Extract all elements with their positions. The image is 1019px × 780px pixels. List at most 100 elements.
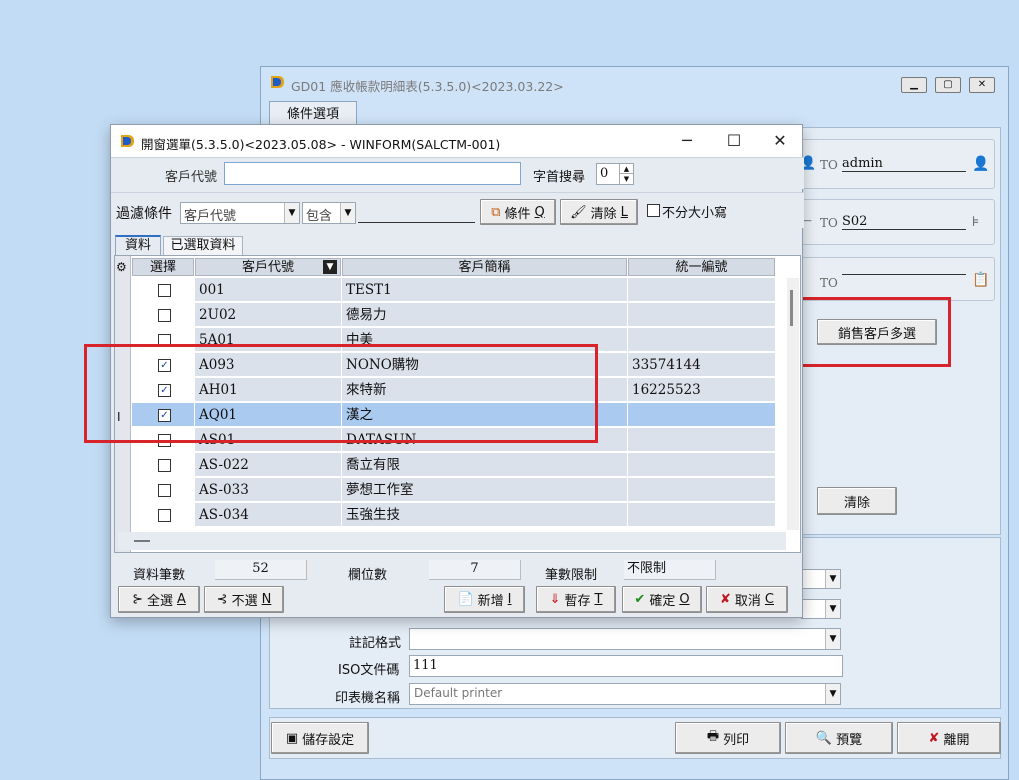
clear-key: L bbox=[620, 204, 628, 220]
cell-name: 喬立有限 bbox=[342, 453, 627, 477]
to-field-1[interactable]: admin bbox=[842, 156, 966, 172]
close-button[interactable]: ✕ bbox=[757, 125, 803, 157]
temp-save-button[interactable]: ⇓ 暫存 T bbox=[536, 586, 616, 613]
dialog-title: 開窗選單(5.3.5.0)<2023.05.08> - WINFORM(SALC… bbox=[141, 137, 501, 152]
cell-tax-id bbox=[628, 278, 775, 302]
customer-code-input[interactable] bbox=[224, 162, 521, 185]
tab-selected-data[interactable]: 已選取資料 bbox=[163, 236, 243, 255]
grid-end bbox=[132, 528, 775, 530]
deselect-icon: ⊰ bbox=[216, 592, 228, 607]
cell-name: 玉強生技 bbox=[342, 503, 627, 527]
table-row[interactable]: 001 TEST1 bbox=[132, 278, 784, 303]
row-checkbox[interactable] bbox=[158, 509, 171, 522]
note-format-combo[interactable]: ▼ bbox=[409, 628, 841, 650]
maximize-button[interactable]: ☐ bbox=[711, 125, 757, 157]
cell-tax-id bbox=[628, 428, 775, 452]
close-button[interactable]: ✕ bbox=[969, 77, 995, 93]
field-count-label: 欄位數 bbox=[348, 568, 388, 583]
combo-2[interactable]: ▼ bbox=[801, 599, 841, 619]
temp-save-key: T bbox=[594, 592, 603, 607]
printer-label: 印表機名稱 bbox=[335, 691, 401, 706]
table-row[interactable]: AS-022 喬立有限 bbox=[132, 453, 784, 478]
exit-icon: ✘ bbox=[928, 730, 940, 746]
select-all-button[interactable]: ⊱ 全選 A bbox=[118, 586, 200, 613]
row-checkbox[interactable] bbox=[158, 309, 171, 322]
deselect-button[interactable]: ⊰ 不選 N bbox=[204, 586, 284, 613]
exit-button[interactable]: ✘ 離開 bbox=[897, 722, 1001, 754]
range-group-1: 👤 TO admin 👤 bbox=[795, 139, 995, 189]
filter-op-combo[interactable]: 包含 ▼ bbox=[302, 202, 356, 224]
table-row[interactable]: AS-033 夢想工作室 bbox=[132, 478, 784, 503]
customer-code-label: 客戶代號 bbox=[165, 170, 218, 185]
to-field-2[interactable]: S02 bbox=[842, 214, 966, 230]
preview-button[interactable]: 🔍 預覽 bbox=[785, 722, 893, 754]
filter-value-input[interactable] bbox=[358, 205, 475, 223]
filter-op-value: 包含 bbox=[306, 209, 333, 224]
tab-data[interactable]: 資料 bbox=[115, 235, 161, 255]
cancel-button[interactable]: ✘ 取消 C bbox=[706, 586, 788, 613]
filter-field-value: 客戶代號 bbox=[184, 209, 237, 224]
col-tax-id[interactable]: 統一編號 bbox=[628, 258, 775, 276]
temp-save-icon: ⇓ bbox=[549, 592, 561, 607]
range-group-2: ⊢ TO S02 ⊧ bbox=[795, 199, 995, 245]
cancel-x-icon: ✘ bbox=[720, 592, 731, 607]
iso-field[interactable]: 111 bbox=[409, 655, 843, 677]
brush-icon: 🖌 bbox=[570, 204, 587, 220]
bg-titlebar: GD01 應收帳款明細表(5.3.5.0)<2023.03.22> ▁ ▢ ✕ bbox=[261, 67, 1008, 99]
cell-tax-id: 33574144 bbox=[628, 353, 775, 377]
temp-save-text: 暫存 bbox=[564, 594, 591, 609]
cell-tax-id bbox=[628, 403, 775, 427]
cell-code: 001 bbox=[195, 278, 341, 302]
combo-1[interactable]: ▼ bbox=[801, 569, 841, 589]
filter-field-combo[interactable]: 客戶代號 ▼ bbox=[180, 202, 300, 224]
check-icon: ✔ bbox=[634, 592, 646, 607]
spinner-down-icon[interactable]: ▼ bbox=[619, 174, 633, 184]
clipboard-icon[interactable]: 📋 bbox=[972, 272, 989, 288]
to-field-3[interactable] bbox=[842, 274, 966, 275]
range-group-3: TO 📋 bbox=[795, 257, 995, 301]
col-select[interactable]: 選擇 bbox=[132, 258, 194, 276]
to-label: TO bbox=[820, 158, 838, 172]
save-settings-button[interactable]: ▣ 儲存設定 bbox=[271, 722, 369, 754]
print-button[interactable]: 🖶 列印 bbox=[675, 722, 781, 754]
app-logo-icon bbox=[119, 133, 135, 149]
case-insensitive-checkbox[interactable] bbox=[647, 204, 660, 217]
row-checkbox[interactable] bbox=[158, 284, 171, 297]
user-lookup-icon[interactable]: 👤 bbox=[972, 156, 989, 172]
record-count-label: 資料筆數 bbox=[133, 568, 186, 583]
field-count-value: 7 bbox=[429, 560, 521, 580]
sort-down-icon[interactable]: ▼ bbox=[323, 260, 337, 274]
table-row[interactable]: 2U02 德易力 bbox=[132, 303, 784, 328]
filter-clear-button[interactable]: 🖌 清除 L bbox=[560, 199, 638, 225]
horizontal-scrollbar[interactable] bbox=[118, 532, 786, 550]
spinner-up-icon[interactable]: ▲ bbox=[619, 164, 633, 174]
minimize-button[interactable]: ─ bbox=[664, 125, 710, 157]
first-char-search-spinner[interactable]: 0 ▲ ▼ bbox=[596, 163, 634, 185]
cell-tax-id bbox=[628, 328, 775, 352]
confirm-button[interactable]: ✔ 確定 O bbox=[622, 586, 702, 613]
condition-button[interactable]: ⧉ 條件 Q bbox=[480, 199, 556, 225]
minimize-button[interactable]: ▁ bbox=[901, 77, 927, 93]
deselect-key: N bbox=[261, 592, 272, 607]
printer-combo[interactable]: Default printer ▼ bbox=[409, 683, 841, 705]
row-checkbox[interactable] bbox=[158, 459, 171, 472]
cell-tax-id bbox=[628, 453, 775, 477]
row-checkbox[interactable] bbox=[158, 484, 171, 497]
add-button[interactable]: 📄 新增 I bbox=[444, 586, 525, 613]
cell-code: AS-034 bbox=[195, 503, 341, 527]
cell-name: 德易力 bbox=[342, 303, 627, 327]
maximize-button[interactable]: ▢ bbox=[935, 77, 961, 93]
bg-clear-button[interactable]: 清除 bbox=[817, 487, 897, 515]
table-row[interactable]: AS-034 玉強生技 bbox=[132, 503, 784, 528]
exit-label: 離開 bbox=[943, 732, 970, 748]
first-char-search-value: 0 bbox=[600, 166, 609, 181]
limit-value[interactable]: 不限制 bbox=[624, 560, 716, 580]
vertical-scrollbar[interactable] bbox=[787, 278, 799, 530]
settings-gear-icon[interactable]: ⚙ bbox=[116, 260, 127, 274]
tree-lookup-icon[interactable]: ⊧ bbox=[972, 214, 979, 230]
hscroll-thumb[interactable] bbox=[134, 540, 150, 542]
col-customer-code[interactable]: 客戶代號 ▼ bbox=[195, 258, 341, 276]
highlight-checked-rows bbox=[84, 344, 598, 443]
scrollbar-thumb[interactable] bbox=[790, 290, 793, 326]
col-customer-name[interactable]: 客戶簡稱 bbox=[342, 258, 627, 276]
